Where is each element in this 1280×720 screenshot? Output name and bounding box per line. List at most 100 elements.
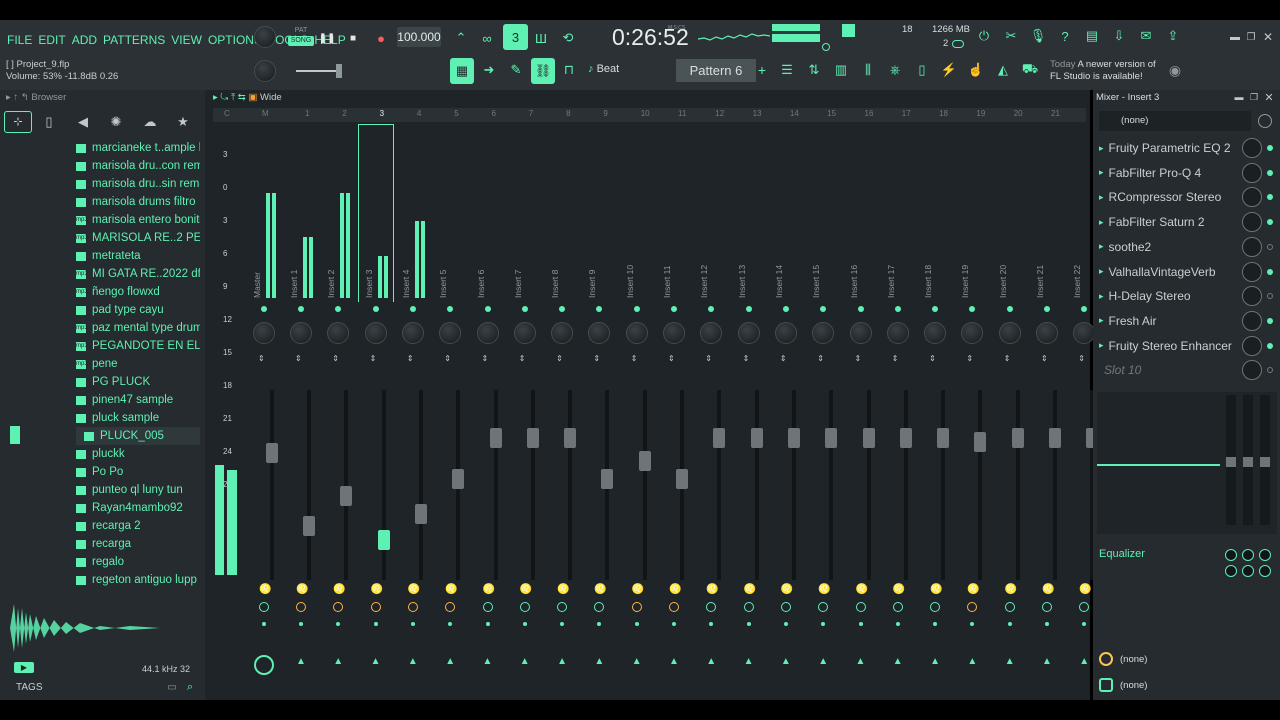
swap-lr-icon[interactable]: ♌ (781, 584, 793, 595)
volume-fader-handle[interactable] (340, 486, 353, 506)
volume-fader-handle[interactable] (899, 428, 912, 448)
tags-label[interactable]: TAGS (16, 682, 42, 693)
slot-enable-led[interactable] (1267, 145, 1273, 151)
pan-knob[interactable] (663, 322, 685, 344)
stereo-separation-icon[interactable]: ⇕ (817, 354, 824, 363)
slot-enable-led[interactable] (1267, 243, 1273, 250)
strip-enable-led[interactable] (782, 306, 789, 312)
swap-lr-icon[interactable]: ♌ (669, 584, 681, 595)
mixer-strip[interactable] (768, 124, 804, 700)
mic-icon[interactable]: 🎙 (1027, 25, 1049, 47)
pan-knob[interactable] (253, 322, 275, 344)
volume-fader-track[interactable] (344, 390, 349, 580)
master-pitch-knob[interactable] (254, 60, 276, 82)
route-to-master-icon[interactable]: ▲ (296, 656, 306, 667)
browser-plugins-icon[interactable]: ✺ (107, 113, 125, 131)
browser-item[interactable]: metrateta (76, 247, 200, 265)
input-knob-icon[interactable] (1258, 114, 1272, 128)
menu-add[interactable]: ADD (72, 33, 97, 47)
swap-lr-icon[interactable]: ♌ (445, 584, 457, 595)
mixer-strip[interactable] (320, 124, 356, 700)
chat-icon[interactable]: ✉ (1135, 25, 1157, 47)
swap-lr-icon[interactable]: ♌ (744, 584, 756, 595)
slot-menu-arrow-icon[interactable]: ▸ (1099, 167, 1104, 178)
stereo-separation-icon[interactable]: ⇕ (631, 354, 638, 363)
volume-fader-track[interactable] (642, 390, 647, 580)
browser-starred-icon[interactable]: ★ (174, 113, 192, 131)
plugin-icon[interactable]: ⚡ (938, 59, 960, 81)
browser-item[interactable]: mp3 ñengo flowxd (76, 283, 200, 301)
browser-item[interactable]: pad type cayu (76, 301, 200, 319)
volume-fader-handle[interactable] (601, 469, 614, 489)
menu-edit[interactable]: EDIT (38, 33, 65, 47)
swap-lr-icon[interactable]: ♌ (1042, 584, 1054, 595)
step-sequencer-icon[interactable]: ⇅ (803, 59, 825, 81)
volume-fader-track[interactable] (418, 390, 423, 580)
stereo-separation-icon[interactable]: ⇕ (668, 354, 675, 363)
volume-fader-track[interactable] (381, 390, 386, 580)
stereo-separation-icon[interactable]: ⇕ (519, 354, 526, 363)
piano-roll-icon[interactable]: ▦ (450, 58, 474, 84)
phase-clock-icon[interactable] (855, 602, 866, 612)
browser-item[interactable]: marcianeke t..ample kl xd (76, 139, 200, 157)
browser-toggle-icon[interactable]: ⎈ (884, 59, 906, 81)
route-led[interactable] (1045, 622, 1049, 626)
volume-fader-track[interactable] (493, 390, 498, 580)
slot-menu-arrow-icon[interactable]: ▸ (1099, 217, 1104, 228)
volume-fader-track[interactable] (307, 390, 311, 580)
mixer-strip[interactable] (917, 124, 953, 700)
volume-fader-track[interactable] (1053, 390, 1057, 580)
route-to-master-icon[interactable]: ▲ (594, 656, 604, 667)
pan-knob[interactable] (1036, 322, 1058, 344)
route-led[interactable] (485, 622, 490, 626)
export-icon[interactable]: ⇪ (1162, 25, 1184, 47)
browser-item[interactable]: mp3 paz mental type drums (76, 319, 200, 337)
browser-item[interactable]: punteo ql luny tun (76, 481, 200, 499)
add-pattern-icon[interactable]: + (756, 62, 768, 78)
route-to-master-icon[interactable]: ▲ (1079, 656, 1089, 667)
mixer-strip[interactable] (432, 124, 468, 700)
phase-clock-icon[interactable] (259, 602, 269, 612)
pan-knob[interactable] (551, 322, 574, 344)
restore-icon[interactable]: ❐ (1244, 30, 1258, 44)
stereo-separation-icon[interactable]: ⇕ (370, 354, 377, 363)
route-to-master-icon[interactable]: ▲ (856, 656, 866, 667)
stereo-separation-icon[interactable]: ⇕ (855, 354, 862, 363)
phase-clock-icon[interactable] (1004, 602, 1015, 612)
master-level-handle[interactable] (336, 64, 342, 78)
volume-fader-track[interactable] (903, 390, 908, 580)
swap-lr-icon[interactable]: ♌ (296, 584, 308, 595)
pan-knob[interactable] (924, 322, 947, 344)
send-output-1[interactable]: (none) (1120, 654, 1147, 665)
pattern-selector[interactable]: Pattern 6 (676, 59, 756, 82)
volume-fader-handle[interactable] (414, 504, 427, 524)
route-led[interactable] (672, 622, 676, 626)
pan-knob[interactable] (737, 322, 760, 344)
eq-knob-6[interactable] (1259, 565, 1271, 577)
stereo-separation-icon[interactable]: ⇕ (444, 354, 451, 363)
route-to-master-icon[interactable]: ▲ (520, 656, 530, 667)
swap-lr-icon[interactable]: ♌ (520, 584, 532, 595)
cart-icon[interactable]: ⛟ (1019, 59, 1041, 81)
stereo-separation-icon[interactable]: ⇕ (966, 354, 973, 363)
phase-clock-icon[interactable] (1042, 602, 1052, 612)
route-led[interactable] (522, 622, 527, 626)
globe-icon[interactable]: ◉ (1166, 61, 1184, 79)
route-to-master-icon[interactable]: ▲ (557, 656, 567, 667)
stop-button[interactable]: ■ (344, 28, 362, 48)
volume-fader-handle[interactable] (266, 443, 278, 463)
swap-lr-icon[interactable]: ♌ (856, 584, 868, 595)
swap-lr-icon[interactable]: ♌ (818, 584, 830, 595)
volume-fader-track[interactable] (791, 390, 796, 580)
slot-enable-led[interactable] (1267, 342, 1273, 349)
insert-input-selector[interactable]: (none) (1099, 111, 1251, 131)
strip-enable-led[interactable] (894, 306, 901, 312)
route-led[interactable] (1007, 622, 1012, 626)
stereo-separation-icon[interactable]: ⇕ (743, 354, 750, 363)
volume-fader-handle[interactable] (377, 530, 390, 550)
close-icon[interactable]: ✕ (1261, 30, 1275, 44)
mixer-strip[interactable] (693, 124, 729, 700)
help-icon[interactable]: ? (1054, 25, 1076, 47)
master-level-slider[interactable] (296, 70, 336, 72)
strip-enable-led[interactable] (261, 306, 267, 312)
